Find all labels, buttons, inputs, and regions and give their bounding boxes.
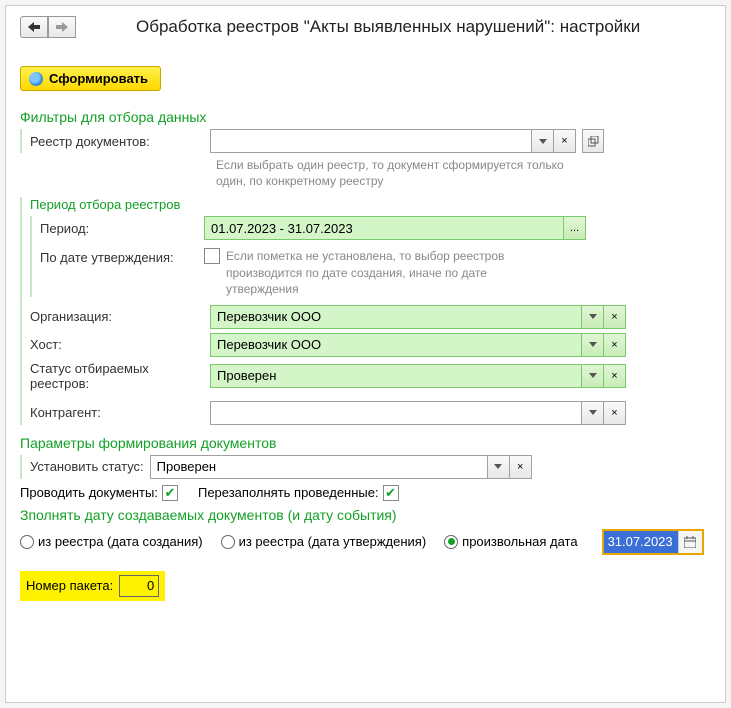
radio-icon [444, 535, 458, 549]
contragent-input[interactable] [210, 401, 582, 425]
clear-icon[interactable]: × [604, 305, 626, 329]
radio-label-text: из реестра (дата создания) [38, 534, 203, 549]
packet-label: Номер пакета: [26, 578, 113, 593]
radio-from-create[interactable]: из реестра (дата создания) [20, 534, 203, 549]
period-pick-button[interactable]: ... [564, 216, 586, 240]
period-input[interactable] [204, 216, 564, 240]
registry-input[interactable] [210, 129, 532, 153]
period-group-title: Период отбора реестров [30, 197, 711, 212]
form-button-label: Сформировать [49, 71, 148, 86]
nav-bar: Обработка реестров "Акты выявленных нару… [20, 16, 711, 38]
refill-label: Перезаполнять проведенные: [198, 485, 379, 500]
filters-section-title: Фильтры для отбора данных [20, 109, 711, 125]
status-input[interactable] [210, 364, 582, 388]
contragent-label: Контрагент: [30, 405, 210, 420]
form-button[interactable]: Сформировать [20, 66, 161, 91]
radio-icon [221, 535, 235, 549]
period-label: Период: [40, 221, 204, 236]
clear-icon[interactable]: × [510, 455, 532, 479]
clear-icon[interactable]: × [554, 129, 576, 153]
nav-back-button[interactable] [20, 16, 48, 38]
clear-icon[interactable]: × [604, 333, 626, 357]
dropdown-icon[interactable] [532, 129, 554, 153]
dropdown-icon[interactable] [582, 333, 604, 357]
date-input[interactable] [604, 531, 678, 553]
params-section-title: Параметры формирования документов [20, 435, 711, 451]
period-row: Период: ... [40, 216, 711, 240]
settings-window: Обработка реестров "Акты выявленных нару… [5, 5, 726, 703]
date-field-wrap [602, 529, 704, 555]
open-icon[interactable] [582, 129, 604, 153]
org-row: Организация: × [30, 305, 711, 329]
date-fill-title: Зполнять дату создаваемых документов (и … [20, 507, 711, 523]
dropdown-icon[interactable] [582, 364, 604, 388]
approve-hint: Если пометка не установлена, то выбор ре… [226, 248, 526, 297]
contragent-row: Контрагент: × [30, 401, 711, 425]
conduct-checkbox[interactable] [162, 485, 178, 501]
status-label: Статус отбираемых реестров: [30, 361, 210, 391]
host-row: Хост: × [30, 333, 711, 357]
radio-from-approve[interactable]: из реестра (дата утверждения) [221, 534, 427, 549]
status-row: Статус отбираемых реестров: × [30, 361, 711, 391]
date-source-radios: из реестра (дата создания) из реестра (д… [20, 529, 711, 555]
approve-label: По дате утверждения: [40, 248, 204, 265]
clear-icon[interactable]: × [604, 401, 626, 425]
org-label: Организация: [30, 309, 210, 324]
page-title: Обработка реестров "Акты выявленных нару… [136, 17, 640, 37]
host-label: Хост: [30, 337, 210, 352]
host-input[interactable] [210, 333, 582, 357]
refill-checkbox[interactable] [383, 485, 399, 501]
radio-label-text: из реестра (дата утверждения) [239, 534, 427, 549]
dropdown-icon[interactable] [582, 305, 604, 329]
set-status-row: Установить статус: × [20, 455, 711, 479]
conduct-label: Проводить документы: [20, 485, 158, 500]
registry-label: Реестр документов: [30, 134, 210, 149]
form-icon [29, 72, 43, 86]
set-status-label: Установить статус: [30, 459, 144, 474]
approve-checkbox[interactable] [204, 248, 220, 264]
packet-input[interactable] [119, 575, 159, 597]
radio-label-text: произвольная дата [462, 534, 577, 549]
packet-row: Номер пакета: [20, 571, 165, 601]
set-status-input[interactable] [150, 455, 488, 479]
calendar-icon[interactable] [678, 531, 702, 553]
clear-icon[interactable]: × [604, 364, 626, 388]
dropdown-icon[interactable] [582, 401, 604, 425]
registry-hint: Если выбрать один реестр, то документ сф… [216, 157, 596, 189]
registry-row: Реестр документов: × [20, 129, 711, 153]
conduct-row: Проводить документы: Перезаполнять прове… [20, 485, 711, 501]
nav-forward-button[interactable] [48, 16, 76, 38]
radio-arbitrary[interactable]: произвольная дата [444, 534, 577, 549]
approve-row: По дате утверждения: Если пометка не уст… [40, 248, 711, 297]
dropdown-icon[interactable] [488, 455, 510, 479]
org-input[interactable] [210, 305, 582, 329]
radio-icon [20, 535, 34, 549]
